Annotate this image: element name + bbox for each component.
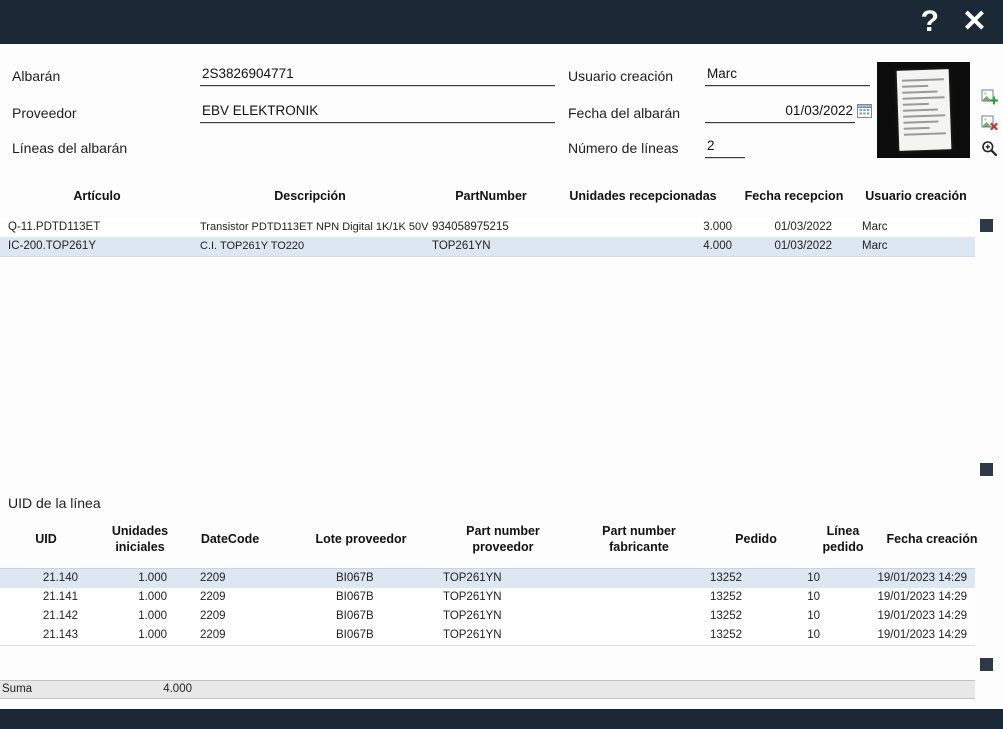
- col-header-pn-fabricante: Part number fabricante: [602, 524, 676, 554]
- cell-unidades-iniciales: 1.000: [138, 610, 167, 622]
- col-header-unidades-iniciales: Unidades iniciales: [111, 524, 169, 554]
- cell-fecha-creacion: 19/01/2023 14:29: [877, 572, 967, 584]
- cell-pedido: 13252: [710, 591, 742, 603]
- cell-lote: BI067B: [336, 629, 374, 641]
- albaran-label: Albarán: [12, 68, 61, 84]
- col-header-usuario-creacion: Usuario creación: [865, 189, 967, 203]
- lineas-albaran-title: Líneas del albarán: [12, 140, 128, 156]
- cell-linea-pedido: 10: [807, 572, 820, 584]
- usuario-creacion-input[interactable]: [705, 62, 870, 86]
- cell-pn-proveedor: TOP261YN: [443, 572, 502, 584]
- add-image-icon[interactable]: [981, 88, 999, 105]
- fecha-albaran-label: Fecha del albarán: [568, 105, 681, 121]
- cell-fecha-recepcion: 01/03/2022: [774, 240, 832, 252]
- col-header-descripcion: Descripción: [274, 189, 346, 203]
- col-header-fecha-recepcion: Fecha recepcion: [744, 189, 844, 203]
- col-header-uid: UID: [35, 532, 57, 547]
- albaran-window: ? ✕ Albarán Usuario creación Proveedor F…: [0, 0, 1003, 729]
- uid-row[interactable]: 21.143 1.000 2209 BI067B TOP261YN 13252 …: [0, 626, 975, 646]
- cell-unidades: 3.000: [703, 221, 732, 233]
- cell-articulo: Q-11.PDTD113ET: [8, 221, 101, 233]
- cell-uid: 21.141: [42, 591, 78, 603]
- fecha-albaran-input[interactable]: [705, 99, 855, 123]
- cell-articulo: IC-200.TOP261Y: [8, 240, 97, 252]
- cell-usuario: Marc: [862, 221, 888, 233]
- col-header-articulo: Artículo: [73, 189, 121, 203]
- cell-descripcion: C.I. TOP261Y TO220: [200, 240, 305, 252]
- numero-lineas-input[interactable]: [705, 134, 745, 158]
- cell-pn-proveedor: TOP261YN: [443, 610, 502, 622]
- proveedor-label: Proveedor: [12, 105, 77, 121]
- uid-section-title: UID de la línea: [8, 495, 101, 511]
- col-header-pn-proveedor: Part number proveedor: [466, 524, 540, 554]
- cell-usuario: Marc: [862, 240, 888, 252]
- cell-unidades-iniciales: 1.000: [138, 572, 167, 584]
- cell-unidades-iniciales: 1.000: [138, 591, 167, 603]
- albaran-input[interactable]: [200, 62, 555, 86]
- cell-linea-pedido: 10: [807, 610, 820, 622]
- cell-uid: 21.140: [42, 572, 78, 584]
- uid-section-side-button[interactable]: [980, 463, 993, 476]
- titlebar: ? ✕: [0, 0, 1003, 44]
- usuario-creacion-label: Usuario creación: [568, 68, 674, 84]
- document-photo: [896, 69, 951, 151]
- col-header-datecode: DateCode: [200, 532, 260, 547]
- delete-image-icon[interactable]: [981, 114, 998, 131]
- cell-datecode: 2209: [200, 572, 226, 584]
- cell-pn-proveedor: TOP261YN: [443, 591, 502, 603]
- col-header-fecha-creacion: Fecha creación: [886, 532, 978, 547]
- cell-datecode: 2209: [200, 610, 226, 622]
- cell-pedido: 13252: [710, 572, 742, 584]
- cell-partnumber: TOP261YN: [432, 240, 491, 252]
- col-header-pedido: Pedido: [735, 532, 777, 547]
- cell-linea-pedido: 10: [807, 591, 820, 603]
- cell-pedido: 13252: [710, 610, 742, 622]
- cell-lote: BI067B: [336, 591, 374, 603]
- cell-fecha-creacion: 19/01/2023 14:29: [877, 629, 967, 641]
- cell-fecha-recepcion: 01/03/2022: [774, 221, 832, 233]
- cell-pedido: 13252: [710, 629, 742, 641]
- cell-fecha-creacion: 19/01/2023 14:29: [877, 610, 967, 622]
- calendar-icon[interactable]: [857, 103, 872, 118]
- lines-table-side-button[interactable]: [980, 219, 993, 232]
- cell-datecode: 2209: [200, 591, 226, 603]
- cell-unidades-iniciales: 1.000: [138, 629, 167, 641]
- cell-uid: 21.142: [42, 610, 78, 622]
- uid-row-selected[interactable]: 21.140 1.000 2209 BI067B TOP261YN 13252 …: [0, 568, 975, 589]
- cell-lote: BI067B: [336, 572, 374, 584]
- cell-unidades: 4.000: [703, 240, 732, 252]
- close-button[interactable]: ✕: [962, 2, 987, 42]
- help-button[interactable]: ?: [921, 2, 939, 42]
- uid-row[interactable]: 21.141 1.000 2209 BI067B TOP261YN 13252 …: [0, 588, 975, 608]
- table-row-selected[interactable]: IC-200.TOP261Y C.I. TOP261Y TO220 TOP261…: [0, 237, 975, 257]
- cell-descripcion: Transistor PDTD113ET NPN Digital 1K/1K 5…: [200, 221, 428, 233]
- zoom-image-icon[interactable]: [981, 140, 998, 157]
- col-header-unidades: Unidades recepcionadas: [569, 189, 717, 203]
- col-header-lote-proveedor: Lote proveedor: [315, 532, 407, 547]
- cell-partnumber: 934058975215: [432, 221, 509, 233]
- col-header-partnumber: PartNumber: [455, 189, 527, 203]
- suma-row: Suma 4.000: [0, 680, 975, 699]
- uid-table-side-button[interactable]: [980, 658, 993, 671]
- cell-datecode: 2209: [200, 629, 226, 641]
- suma-value: 4.000: [163, 683, 192, 695]
- table-row[interactable]: Q-11.PDTD113ET Transistor PDTD113ET NPN …: [0, 218, 975, 238]
- cell-linea-pedido: 10: [807, 629, 820, 641]
- cell-fecha-creacion: 19/01/2023 14:29: [877, 591, 967, 603]
- uid-row[interactable]: 21.142 1.000 2209 BI067B TOP261YN 13252 …: [0, 607, 975, 627]
- proveedor-input[interactable]: [200, 99, 555, 123]
- bottom-bar: [0, 709, 1003, 729]
- cell-lote: BI067B: [336, 610, 374, 622]
- col-header-linea-pedido: Línea pedido: [822, 524, 864, 554]
- suma-label: Suma: [2, 683, 33, 695]
- numero-lineas-label: Número de líneas: [568, 140, 679, 156]
- cell-pn-proveedor: TOP261YN: [443, 629, 502, 641]
- cell-uid: 21.143: [42, 629, 78, 641]
- albaran-photo-thumbnail[interactable]: [877, 62, 970, 158]
